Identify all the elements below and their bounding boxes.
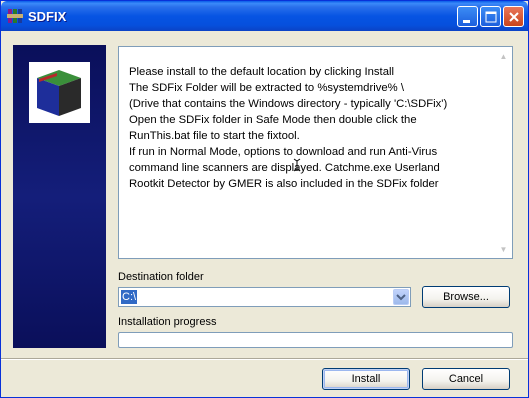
info-line: Rootkit Detector by GMER is also include… bbox=[129, 178, 439, 190]
chevron-down-icon bbox=[396, 294, 406, 301]
info-line: command line scanners are displayed. Cat… bbox=[129, 162, 440, 174]
installer-window: SDFIX Please install to the default loca… bbox=[0, 0, 529, 398]
info-line: Please install to the default location b… bbox=[129, 66, 394, 78]
info-textbox[interactable]: Please install to the default location b… bbox=[118, 46, 513, 259]
info-line: RunThis.bat file to start the fixtool. bbox=[129, 130, 300, 142]
scroll-down-icon[interactable]: ▼ bbox=[498, 244, 509, 255]
info-line: The SDFix Folder will be extracted to %s… bbox=[129, 82, 404, 94]
info-text: Please install to the default location b… bbox=[129, 64, 491, 192]
book-logo-icon bbox=[37, 70, 81, 116]
combo-dropdown-button[interactable] bbox=[393, 289, 409, 305]
vertical-scrollbar[interactable]: ▲ ▼ bbox=[495, 47, 512, 258]
close-button[interactable] bbox=[503, 6, 524, 27]
logo bbox=[29, 62, 90, 123]
maximize-button[interactable] bbox=[480, 6, 501, 27]
install-button[interactable]: Install bbox=[322, 368, 410, 390]
window-title: SDFIX bbox=[28, 9, 67, 24]
progress-label: Installation progress bbox=[118, 316, 217, 328]
close-icon bbox=[509, 12, 519, 22]
scroll-up-icon[interactable]: ▲ bbox=[498, 51, 509, 62]
separator bbox=[1, 358, 528, 360]
destination-value[interactable]: C:\ bbox=[121, 290, 138, 304]
info-line: If run in Normal Mode, options to downlo… bbox=[129, 146, 438, 158]
cancel-button[interactable]: Cancel bbox=[422, 368, 510, 390]
archive-icon bbox=[7, 9, 23, 23]
info-line: Open the SDFix folder in Safe Mode then … bbox=[129, 114, 417, 126]
side-banner bbox=[13, 45, 106, 348]
browse-button[interactable]: Browse... bbox=[422, 286, 510, 308]
info-line: (Drive that contains the Windows directo… bbox=[129, 98, 448, 110]
minimize-button[interactable] bbox=[457, 6, 478, 27]
destination-folder-combo[interactable]: C:\ bbox=[118, 287, 411, 307]
text-cursor-icon bbox=[293, 158, 301, 172]
title-bar[interactable]: SDFIX bbox=[1, 1, 528, 31]
maximize-icon bbox=[485, 11, 497, 23]
destination-label: Destination folder bbox=[118, 271, 204, 283]
installation-progress-bar bbox=[118, 332, 513, 348]
minimize-icon bbox=[463, 20, 470, 23]
